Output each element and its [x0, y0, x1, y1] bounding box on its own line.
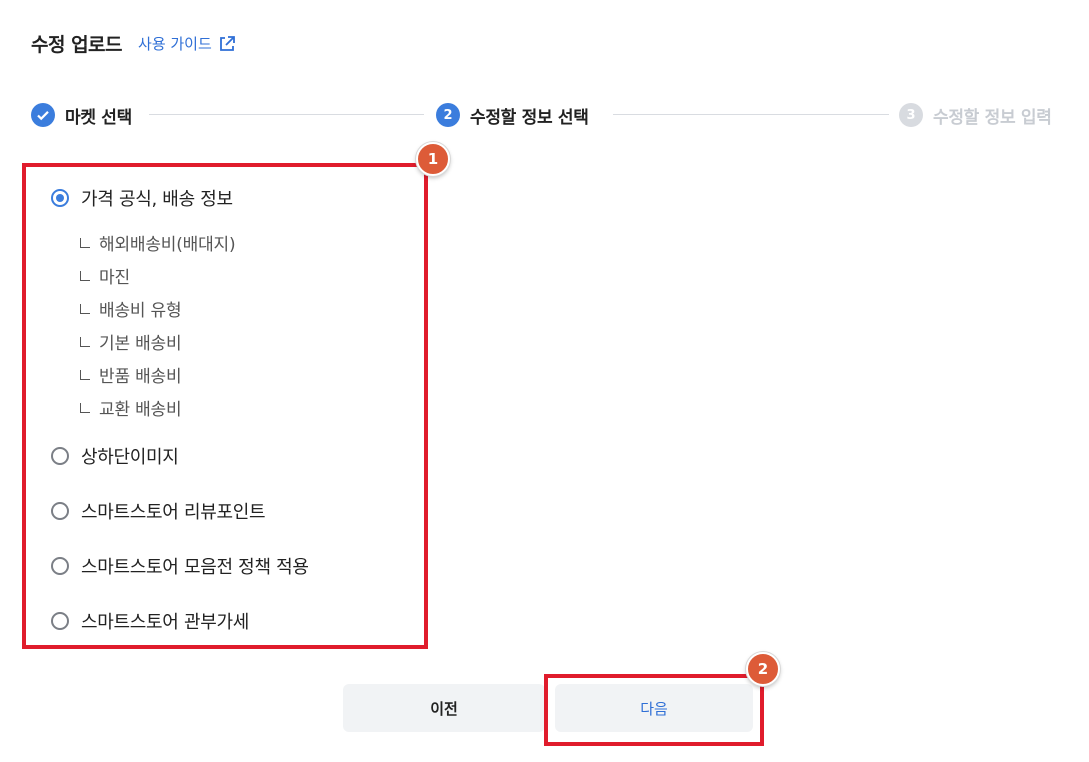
option-price-shipping[interactable]: 가격 공식, 배송 정보: [51, 185, 233, 211]
sub-item: 마진: [80, 263, 130, 288]
sub-item: 교환 배송비: [80, 395, 182, 420]
prev-button[interactable]: 이전: [343, 684, 545, 732]
corner-icon: [80, 271, 90, 281]
sub-item: 해외배송비(배대지): [80, 230, 236, 255]
radio-button[interactable]: [51, 557, 69, 575]
option-label: 스마트스토어 모음전 정책 적용: [81, 557, 309, 578]
corner-icon: [80, 370, 90, 380]
user-guide-link-label: 사용 가이드: [138, 35, 212, 53]
external-link-icon: [219, 35, 235, 51]
options-highlight-box: 가격 공식, 배송 정보 해외배송비(배대지) 마진 배송비 유형 기본 배송비…: [22, 163, 428, 649]
radio-button[interactable]: [51, 612, 69, 630]
option-customs-tax[interactable]: 스마트스토어 관부가세: [51, 608, 249, 634]
stepper: 마켓 선택 2 수정할 정보 선택 3 수정할 정보 입력: [31, 102, 1071, 128]
step-market-select: 마켓 선택: [31, 102, 132, 128]
page-title: 수정 업로드: [31, 34, 123, 56]
sub-item: 기본 배송비: [80, 329, 182, 354]
annotation-badge-2: 2: [746, 652, 780, 686]
corner-icon: [80, 337, 90, 347]
radio-button[interactable]: [51, 189, 69, 207]
step-number: 2: [436, 103, 460, 127]
step-select-info: 2 수정할 정보 선택: [436, 102, 589, 128]
page-header: 수정 업로드 사용 가이드: [31, 30, 236, 57]
option-review-points[interactable]: 스마트스토어 리뷰포인트: [51, 498, 266, 524]
annotation-badge-1: 1: [416, 142, 450, 176]
radio-button[interactable]: [51, 447, 69, 465]
step-label: 수정할 정보 입력: [933, 107, 1052, 128]
step-number: 3: [899, 103, 923, 127]
corner-icon: [80, 304, 90, 314]
next-highlight-box: [544, 674, 764, 746]
step-input-info: 3 수정할 정보 입력: [899, 102, 1052, 128]
option-label: 가격 공식, 배송 정보: [81, 189, 233, 210]
step-connector: [149, 114, 424, 115]
option-detail-images[interactable]: 상하단이미지: [51, 443, 179, 469]
step-label: 수정할 정보 선택: [470, 107, 589, 128]
option-label: 스마트스토어 리뷰포인트: [81, 502, 266, 523]
corner-icon: [80, 238, 90, 248]
check-icon: [31, 103, 55, 127]
corner-icon: [80, 403, 90, 413]
sub-item: 배송비 유형: [80, 296, 182, 321]
option-bundle-policy[interactable]: 스마트스토어 모음전 정책 적용: [51, 553, 309, 579]
sub-item: 반품 배송비: [80, 362, 182, 387]
step-label: 마켓 선택: [65, 107, 132, 128]
user-guide-link[interactable]: 사용 가이드: [138, 33, 236, 54]
option-label: 상하단이미지: [81, 447, 179, 468]
radio-button[interactable]: [51, 502, 69, 520]
step-connector: [613, 114, 889, 115]
option-label: 스마트스토어 관부가세: [81, 612, 250, 633]
